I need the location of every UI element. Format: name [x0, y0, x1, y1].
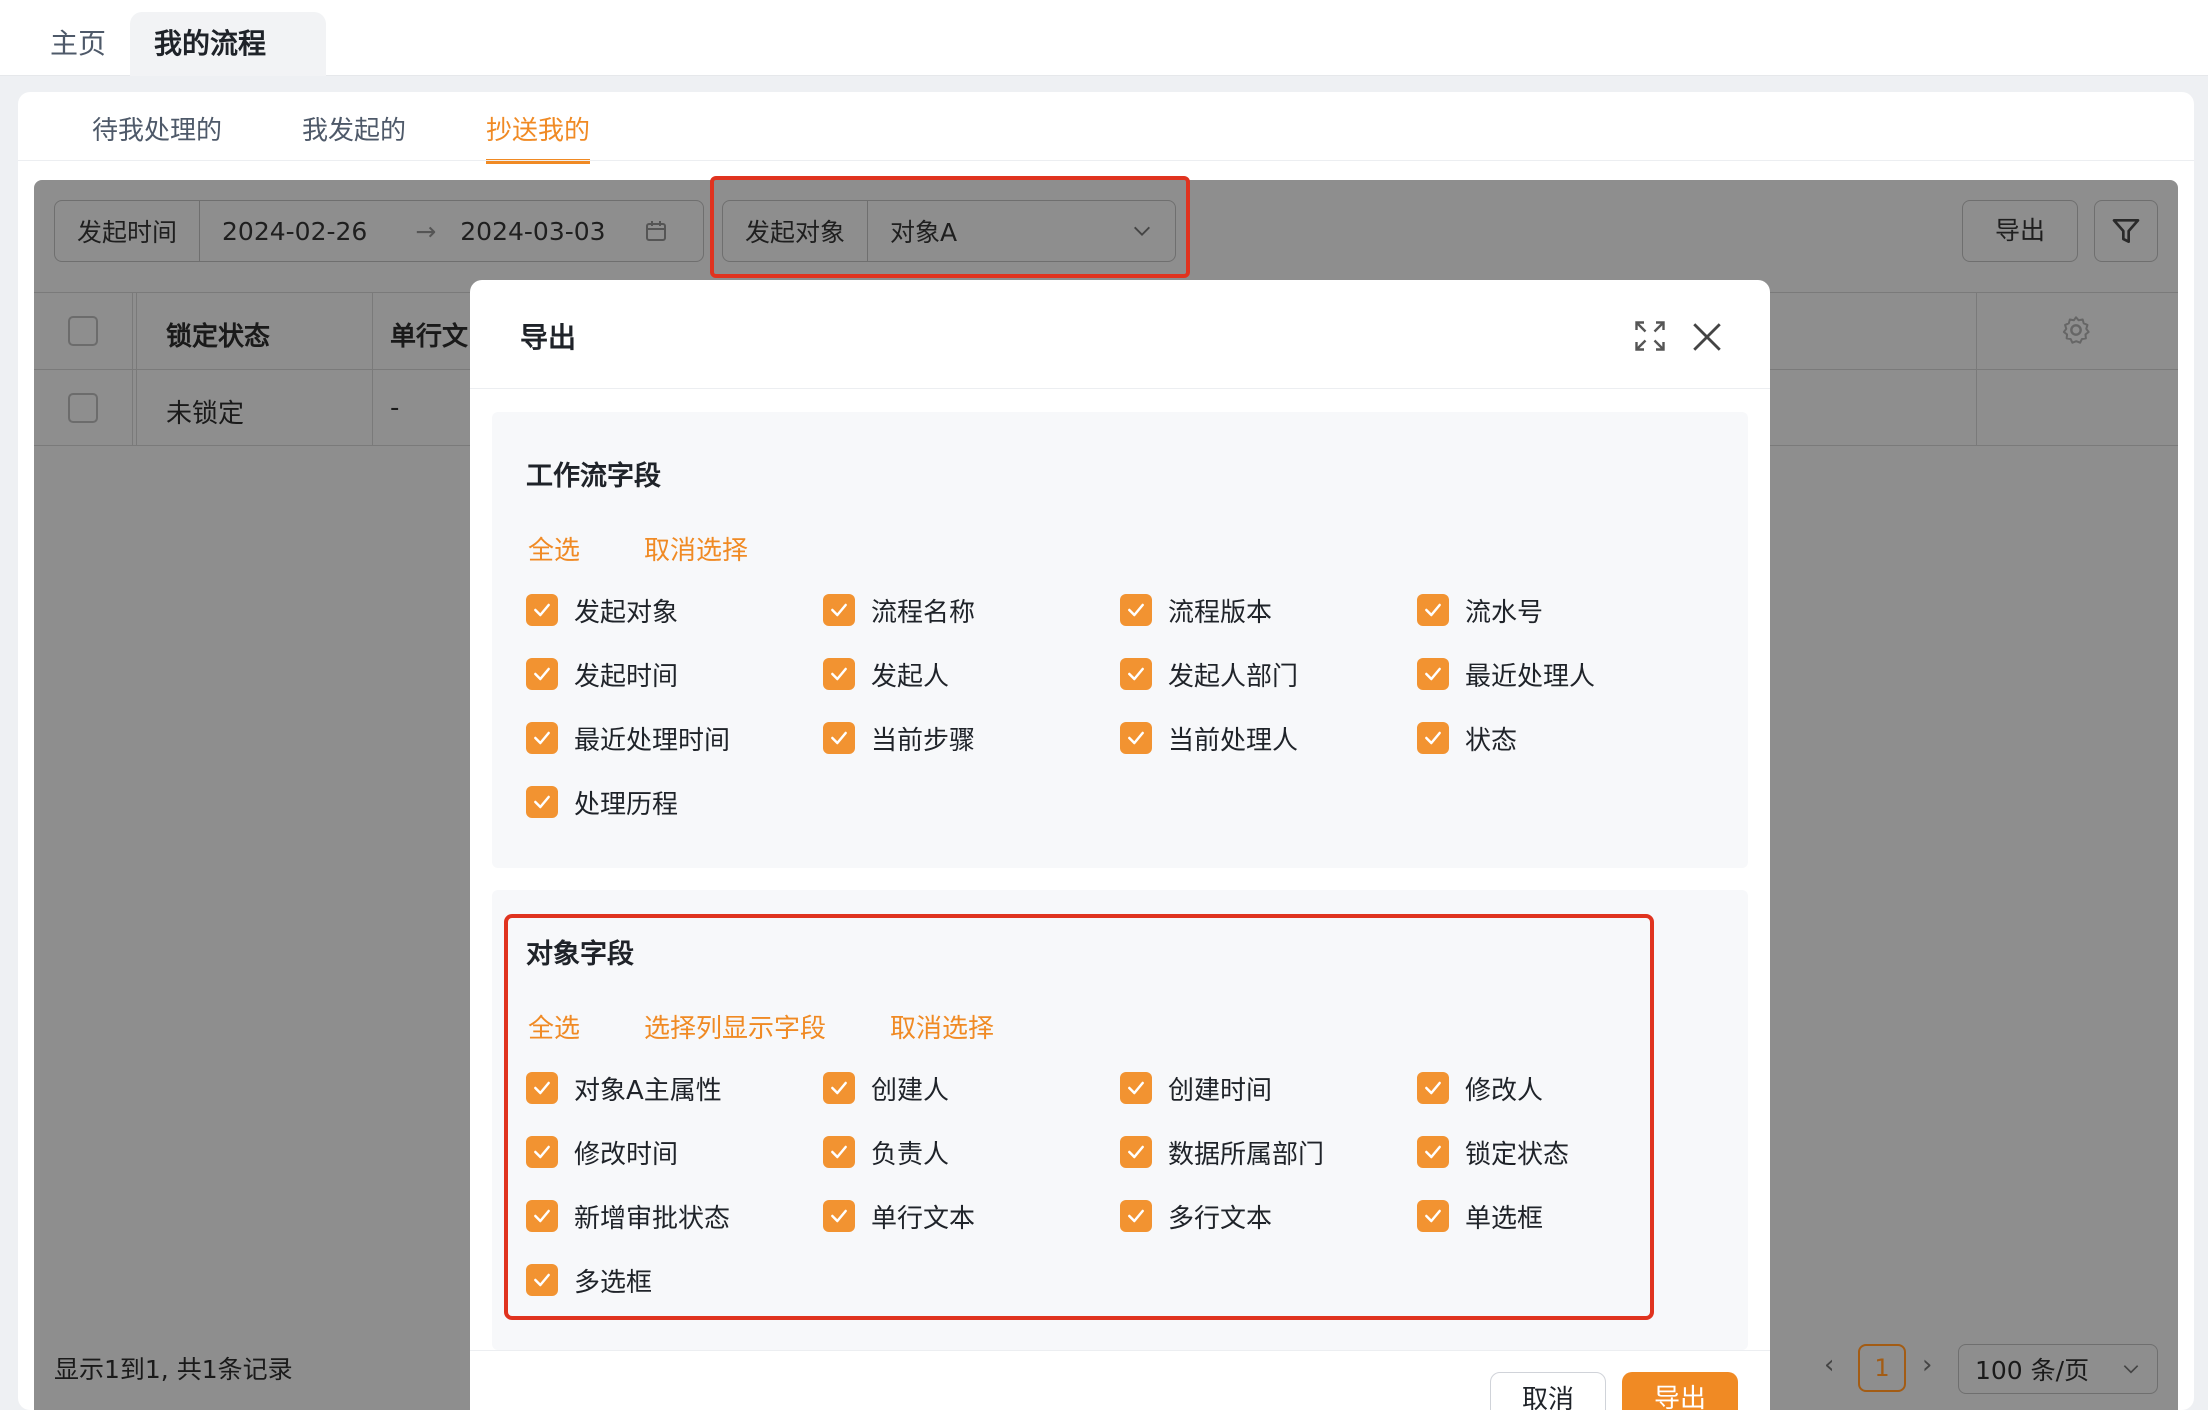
checkbox-checked-icon[interactable]	[1120, 722, 1152, 754]
page-size-value: 100 条/页	[1975, 1356, 2090, 1385]
window-tab-bar	[0, 0, 2208, 76]
checkbox-checked-icon[interactable]	[1120, 594, 1152, 626]
checkbox-checked-icon[interactable]	[1417, 722, 1449, 754]
checkbox-checked-icon[interactable]	[823, 722, 855, 754]
checkbox-checked-icon[interactable]	[526, 658, 558, 690]
calendar-icon	[645, 221, 666, 241]
workflow-select-all-link[interactable]: 全选	[528, 530, 580, 567]
column-divider	[132, 292, 133, 446]
field-option-label: 流程版本	[1168, 597, 1273, 628]
cell-single-line-text: -	[390, 393, 400, 423]
chevron-down-icon	[2123, 1365, 2139, 1374]
filter-button[interactable]	[2094, 200, 2158, 262]
field-option-label: 发起时间	[574, 661, 679, 692]
field-option[interactable]: 状态	[1417, 720, 1517, 756]
tab-divider	[18, 160, 2194, 161]
window-tab-label: 我的流程	[154, 27, 267, 60]
page-size-select[interactable]: 100 条/页	[1958, 1344, 2158, 1394]
modal-footer-divider	[470, 1350, 1770, 1351]
export-button[interactable]: 导出	[1962, 200, 2078, 262]
field-option[interactable]: 发起时间	[526, 656, 678, 692]
record-count-info: 显示1到1, 共1条记录	[54, 1355, 293, 1384]
field-option[interactable]: 最近处理人	[1417, 656, 1595, 692]
workflow-fields-section	[492, 412, 1748, 868]
field-option[interactable]: 当前处理人	[1120, 720, 1298, 756]
checkbox-checked-icon[interactable]	[526, 786, 558, 818]
column-header-single-line-text[interactable]: 单行文	[390, 316, 468, 353]
checkbox-checked-icon[interactable]	[1417, 658, 1449, 690]
field-option[interactable]: 流程版本	[1120, 592, 1272, 628]
modal-header-divider	[470, 388, 1770, 389]
field-option-label: 发起对象	[574, 597, 679, 628]
field-option-label: 发起人	[871, 661, 950, 692]
cell-lock-status: 未锁定	[166, 399, 245, 429]
field-option[interactable]: 流水号	[1417, 592, 1543, 628]
window-tab-my-process[interactable]: 我的流程✕	[130, 12, 326, 124]
page-number-current[interactable]: 1	[1858, 1344, 1906, 1392]
tab-pending[interactable]: 待我处理的	[92, 110, 222, 164]
field-option-label: 处理历程	[574, 789, 679, 820]
column-divider	[372, 292, 373, 446]
tab-initiated[interactable]: 我发起的	[302, 110, 406, 164]
checkbox-checked-icon[interactable]	[823, 658, 855, 690]
row-checkbox[interactable]	[68, 393, 98, 423]
checkbox-checked-icon[interactable]	[526, 594, 558, 626]
date-start[interactable]: 2024-02-26	[222, 217, 367, 246]
checkbox-checked-icon[interactable]	[823, 594, 855, 626]
highlight-box-object-section	[504, 914, 1654, 1320]
window-tab-home[interactable]: 主页	[24, 12, 132, 76]
field-option-label: 发起人部门	[1168, 661, 1299, 692]
field-option[interactable]: 最近处理时间	[526, 720, 730, 756]
workflow-section-title: 工作流字段	[526, 461, 661, 492]
field-option-label: 当前步骤	[871, 725, 976, 756]
column-divider	[136, 292, 137, 446]
field-option-label: 当前处理人	[1168, 725, 1299, 756]
field-option-label: 状态	[1465, 725, 1518, 756]
field-option-label: 流程名称	[871, 597, 976, 628]
select-all-checkbox[interactable]	[68, 316, 98, 346]
checkbox-checked-icon[interactable]	[526, 722, 558, 754]
cancel-button[interactable]: 取消	[1490, 1372, 1606, 1410]
highlight-box-object-filter	[710, 176, 1190, 278]
workflow-deselect-link[interactable]: 取消选择	[644, 530, 748, 567]
column-header-lock-status[interactable]: 锁定状态	[166, 316, 270, 353]
close-icon[interactable]	[1690, 320, 1724, 354]
chevron-left-icon[interactable]: ‹	[1824, 1350, 1834, 1380]
field-option[interactable]: 发起人部门	[1120, 656, 1298, 692]
field-option[interactable]: 处理历程	[526, 784, 678, 820]
checkbox-checked-icon[interactable]	[1120, 658, 1152, 690]
modal-title: 导出	[520, 321, 577, 354]
field-option-label: 流水号	[1465, 597, 1544, 628]
tab-cc[interactable]: 抄送我的	[486, 110, 591, 164]
date-filter-label: 发起时间	[55, 201, 201, 261]
column-divider	[1976, 292, 1977, 446]
field-option[interactable]: 当前步骤	[823, 720, 975, 756]
arrow-right-icon: →	[415, 216, 437, 246]
field-option[interactable]: 发起人	[823, 656, 949, 692]
field-option[interactable]: 流程名称	[823, 592, 975, 628]
gear-icon[interactable]	[2060, 314, 2092, 346]
checkbox-checked-icon[interactable]	[1417, 594, 1449, 626]
date-range-filter[interactable]: 发起时间 2024-02-26 → 2024-03-03	[54, 200, 704, 262]
field-option-label: 最近处理时间	[574, 725, 731, 756]
funnel-icon	[2112, 219, 2140, 243]
fullscreen-icon[interactable]	[1632, 318, 1668, 354]
date-end[interactable]: 2024-03-03	[460, 217, 605, 246]
confirm-export-button[interactable]: 导出	[1622, 1372, 1738, 1410]
field-option-label: 最近处理人	[1465, 661, 1596, 692]
field-option[interactable]: 发起对象	[526, 592, 678, 628]
chevron-right-icon[interactable]: ›	[1922, 1350, 1932, 1380]
